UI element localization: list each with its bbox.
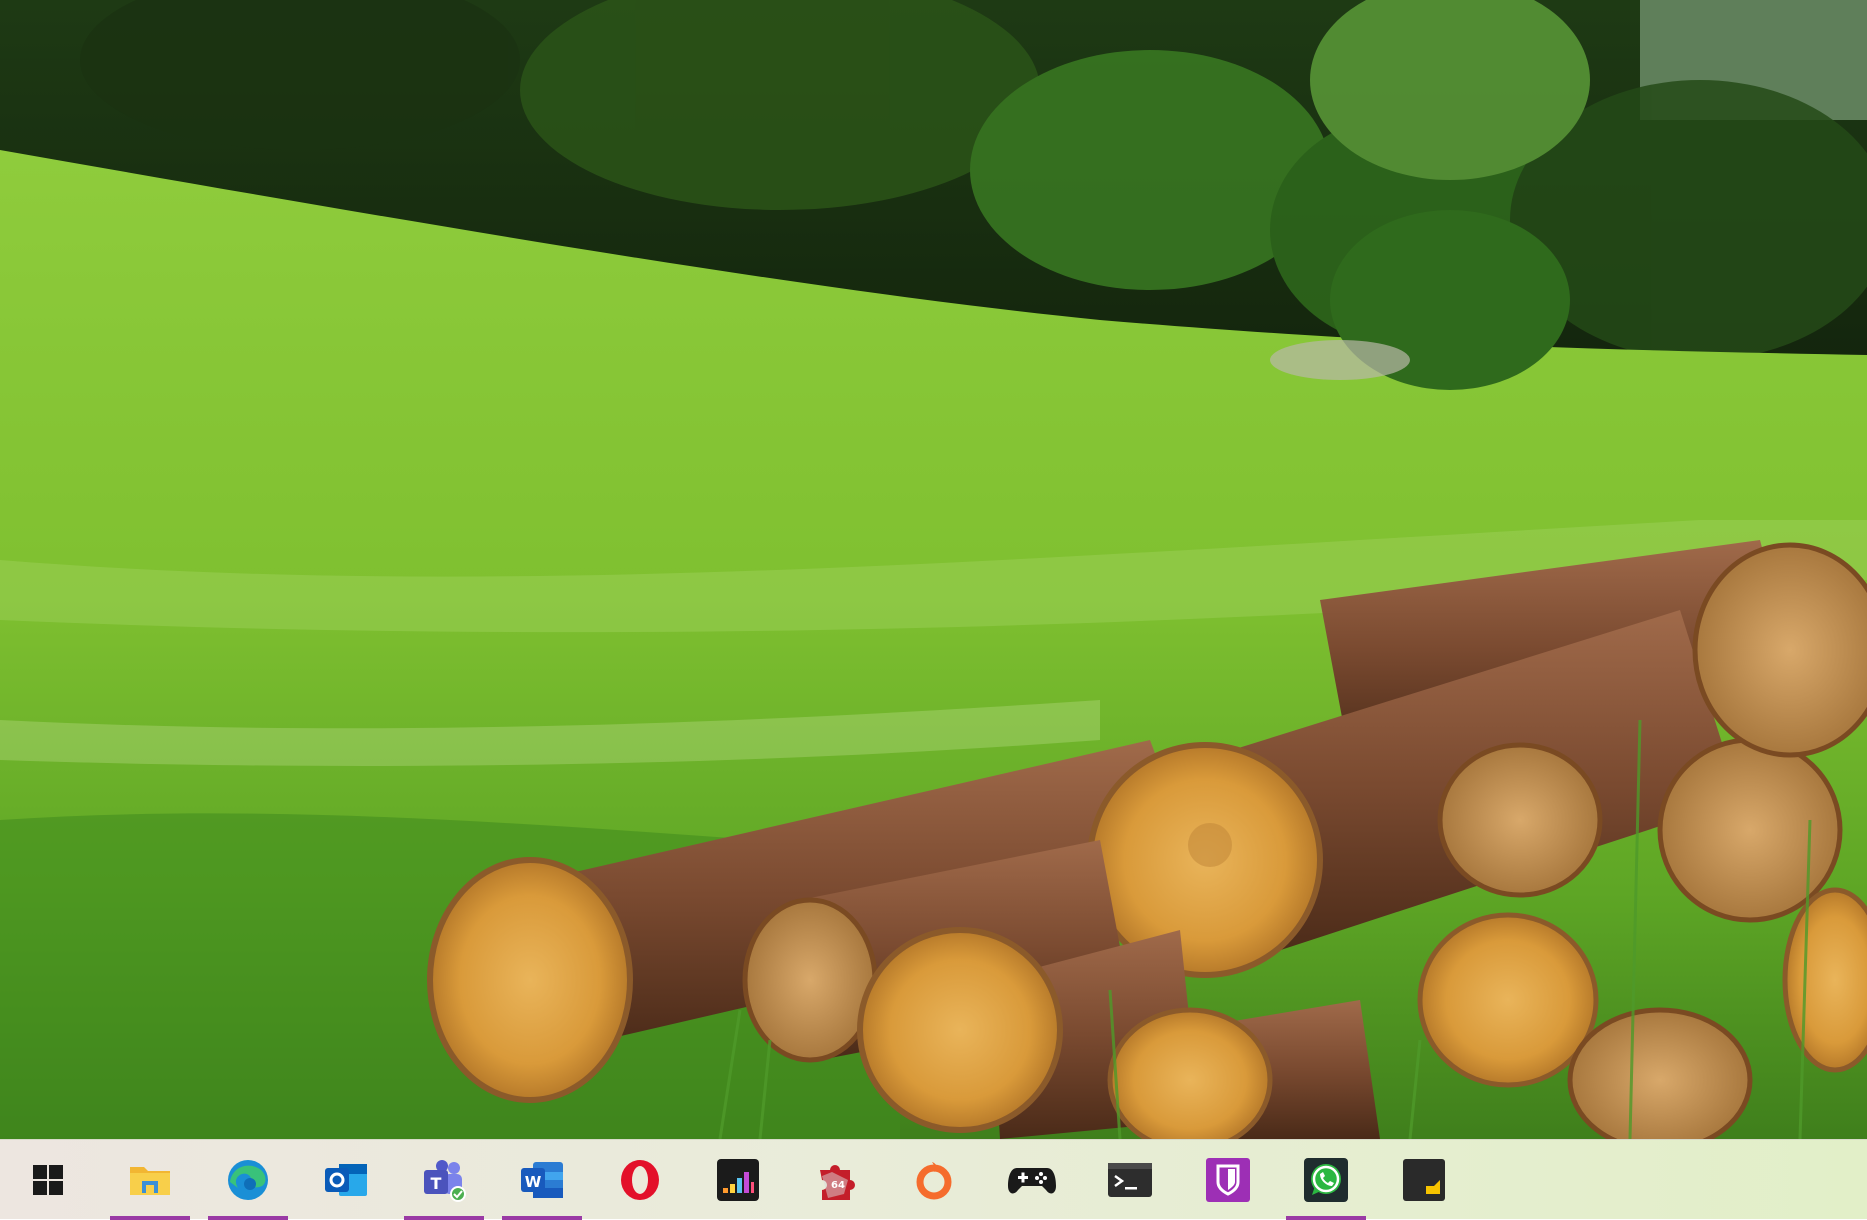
running-indicator	[110, 1216, 190, 1220]
taskbar-app-deezer[interactable]	[698, 1140, 778, 1220]
whatsapp-icon	[1304, 1158, 1348, 1202]
taskbar-app-edge[interactable]	[208, 1140, 288, 1220]
windows-logo-icon	[33, 1165, 63, 1195]
taskbar-app-word[interactable]: W	[502, 1140, 582, 1220]
desktop-wallpaper	[0, 0, 1867, 1139]
puzzle-badge: 64	[831, 1180, 845, 1191]
start-button[interactable]	[8, 1140, 88, 1220]
deezer-icon	[717, 1159, 759, 1201]
taskbar-app-origin[interactable]	[894, 1140, 974, 1220]
folder-icon	[130, 1167, 170, 1195]
sticky-notes-icon	[1403, 1159, 1445, 1201]
taskbar-app-teams[interactable]: T	[404, 1140, 484, 1220]
taskbar-app-whatsapp[interactable]	[1286, 1140, 1366, 1220]
gamepad-icon	[1008, 1168, 1056, 1194]
taskbar-app-terminal[interactable]	[1090, 1140, 1170, 1220]
taskbar-app-game-controller[interactable]	[992, 1140, 1072, 1220]
svg-text:T: T	[431, 1174, 442, 1193]
origin-icon	[916, 1162, 952, 1200]
running-indicator	[208, 1216, 288, 1220]
taskbar-app-puzzle-game[interactable]: 64	[796, 1140, 876, 1220]
bitwarden-icon	[1206, 1158, 1250, 1202]
running-indicator	[502, 1216, 582, 1220]
taskbar-app-bitwarden[interactable]	[1188, 1140, 1268, 1220]
svg-text:W: W	[525, 1173, 542, 1191]
taskbar: T W 64	[0, 1139, 1867, 1220]
outlook-icon	[325, 1164, 367, 1196]
puzzle-icon: 64	[820, 1164, 855, 1200]
taskbar-app-file-explorer[interactable]	[110, 1140, 190, 1220]
opera-icon	[621, 1160, 659, 1200]
running-indicator	[1286, 1216, 1366, 1220]
word-icon: W	[521, 1162, 563, 1198]
taskbar-app-opera[interactable]	[600, 1140, 680, 1220]
taskbar-app-sticky-notes[interactable]	[1384, 1140, 1464, 1220]
taskbar-app-outlook[interactable]	[306, 1140, 386, 1220]
teams-icon: T	[424, 1160, 466, 1202]
running-indicator	[404, 1216, 484, 1220]
terminal-icon	[1108, 1163, 1152, 1197]
wallpaper-image	[0, 0, 1867, 1139]
edge-icon	[228, 1160, 268, 1200]
